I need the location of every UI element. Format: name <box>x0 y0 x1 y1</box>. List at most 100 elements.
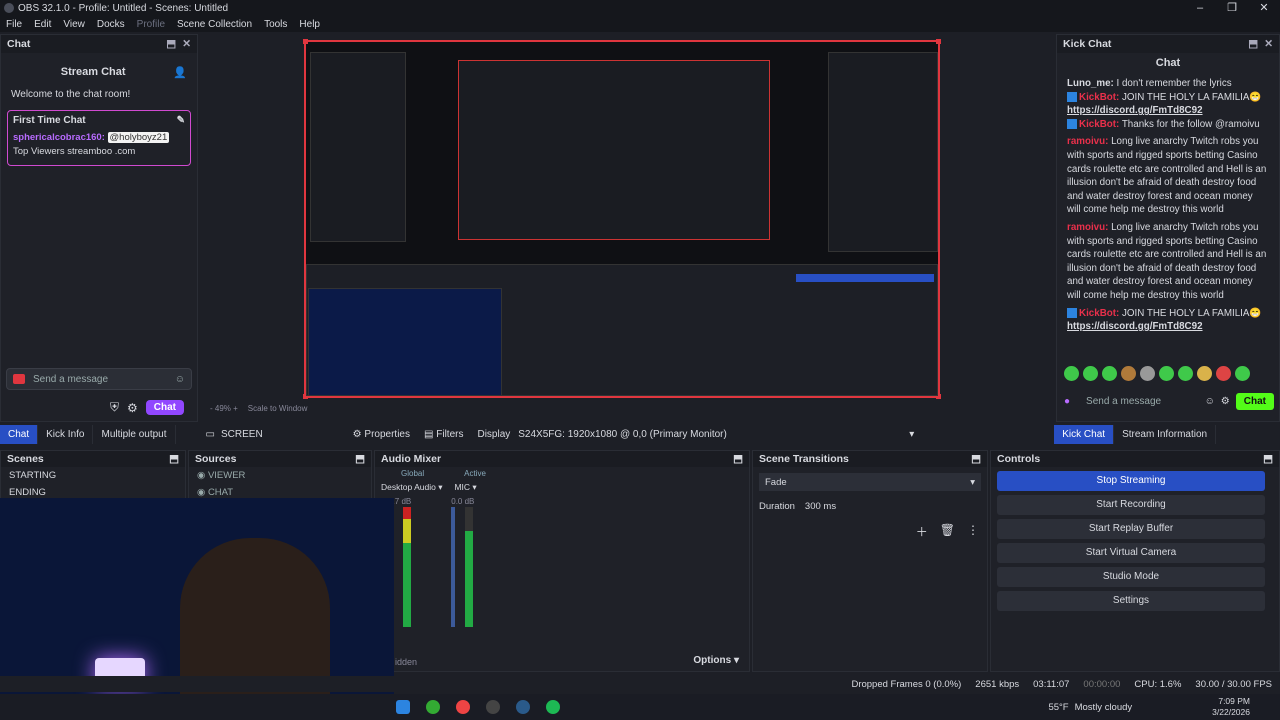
mic-icon[interactable]: ● <box>1064 396 1070 407</box>
resize-handle[interactable] <box>303 39 308 44</box>
mic-channel[interactable]: MIC ▾ <box>454 482 476 493</box>
tab-kick-info[interactable]: Kick Info <box>38 424 94 444</box>
trash-icon[interactable]: 🗑 <box>940 523 955 540</box>
volume-slider[interactable] <box>451 507 455 627</box>
emote-icon[interactable] <box>1140 366 1155 381</box>
undock-icon[interactable]: ⬒ <box>355 453 365 465</box>
kick-chat-dock: Kick Chat ⬒ ✕ Chat Luno_me: I don't remem… <box>1056 34 1280 422</box>
first-time-chat-label: First Time Chat <box>13 115 86 126</box>
menu-edit[interactable]: Edit <box>34 19 51 30</box>
duration-input[interactable]: 300 ms <box>805 501 836 512</box>
emote-icon[interactable] <box>1083 366 1098 381</box>
tab-multiple-output[interactable]: Multiple output <box>93 424 176 444</box>
spotify-icon[interactable] <box>546 700 560 714</box>
undock-icon[interactable]: ⬒ <box>1248 38 1258 50</box>
filters-button[interactable]: ▤ Filters <box>424 429 463 440</box>
hidden-label: idden <box>395 657 418 667</box>
edit-icon[interactable]: ✎ <box>177 115 185 126</box>
discord-link[interactable]: https://discord.gg/FmTd8C92 <box>1067 105 1203 116</box>
shield-icon[interactable]: ⛨ <box>110 400 119 415</box>
weather-temp[interactable]: 55°F <box>1048 702 1068 713</box>
emote-icon[interactable] <box>1102 366 1117 381</box>
close-icon[interactable]: ✕ <box>1248 0 1280 16</box>
desktop-audio-channel[interactable]: Desktop Audio ▾ <box>381 482 442 493</box>
welcome-message: Welcome to the chat room! <box>11 89 131 100</box>
start-replay-buffer-button[interactable]: Start Replay Buffer <box>997 519 1265 539</box>
weather-text[interactable]: Mostly cloudy <box>1075 702 1133 713</box>
add-icon[interactable]: ＋ <box>916 523 928 540</box>
discord-link[interactable]: https://discord.gg/FmTd8C92 <box>1067 321 1203 332</box>
restore-icon[interactable]: ❐ <box>1216 0 1248 16</box>
gear-icon[interactable]: ⚙ <box>127 401 138 415</box>
emote-icon[interactable] <box>1197 366 1212 381</box>
volume-meter <box>403 507 411 627</box>
more-icon[interactable]: ⋮ <box>967 523 979 540</box>
chat-send-button[interactable]: Chat <box>145 400 185 415</box>
tab-chat[interactable]: Chat <box>0 424 39 444</box>
scene-item[interactable]: STARTING <box>1 467 185 484</box>
preview-canvas[interactable] <box>303 39 941 399</box>
menu-profile[interactable]: Profile <box>137 19 165 30</box>
menu-scene-collection[interactable]: Scene Collection <box>177 19 252 30</box>
emote-icon[interactable] <box>1216 366 1231 381</box>
menu-file[interactable]: File <box>6 19 22 30</box>
resize-handle[interactable] <box>936 39 941 44</box>
emote-icon[interactable] <box>1064 366 1079 381</box>
start-virtual-camera-button[interactable]: Start Virtual Camera <box>997 543 1265 563</box>
kick-chat-send-button[interactable]: Chat <box>1235 392 1274 410</box>
app-icon[interactable] <box>396 700 410 714</box>
nested-stop-streaming <box>796 274 934 282</box>
emote-icon[interactable] <box>1178 366 1193 381</box>
undock-icon[interactable]: ⬒ <box>1263 453 1273 465</box>
undock-icon[interactable]: ⬒ <box>166 38 176 50</box>
menu-help[interactable]: Help <box>299 19 320 30</box>
stop-streaming-button[interactable]: Stop Streaming <box>997 471 1265 491</box>
steam-icon[interactable] <box>516 700 530 714</box>
emote-icon[interactable] <box>1159 366 1174 381</box>
chat-username[interactable]: sphericalcobrac160: <box>13 132 105 143</box>
emoji-icon[interactable]: ☺ <box>1205 396 1215 407</box>
close-dock-icon[interactable]: ✕ <box>1264 38 1273 50</box>
chrome-icon[interactable] <box>456 700 470 714</box>
bot-badge-icon <box>1067 92 1077 102</box>
source-item[interactable]: ◉ VIEWER <box>189 467 371 484</box>
transitions-title: Scene Transitions <box>759 453 849 465</box>
display-select[interactable]: S24X5FG: 1920x1080 @ 0,0 (Primary Monito… <box>518 429 914 440</box>
kick-send-row: ● Send a message ☺ ⚙ Chat <box>1064 390 1274 412</box>
kick-send-input[interactable]: Send a message <box>1076 396 1199 407</box>
users-icon[interactable]: 👤 <box>173 66 187 79</box>
xbox-icon[interactable] <box>426 700 440 714</box>
close-dock-icon[interactable]: ✕ <box>182 38 191 50</box>
undock-icon[interactable]: ⬒ <box>971 453 981 465</box>
menu-view[interactable]: View <box>63 19 85 30</box>
settings-button[interactable]: Settings <box>997 591 1265 611</box>
chevron-down-icon: ▾ <box>909 428 915 440</box>
clock[interactable]: 7:09 PM 3/22/2026 <box>1212 696 1250 718</box>
properties-button[interactable]: ⚙ Properties <box>353 429 410 440</box>
gear-icon[interactable]: ⚙ <box>1221 396 1230 407</box>
display-label: Display <box>477 428 511 440</box>
undock-icon[interactable]: ⬒ <box>169 453 179 465</box>
audio-mixer-dock: Audio Mixer ⬒ Global Active Desktop Audio … <box>374 450 750 672</box>
transition-select[interactable]: Fade ▾ <box>759 473 981 491</box>
menu-docks[interactable]: Docks <box>97 19 125 30</box>
scene-transitions-dock: Scene Transitions ⬒ Fade ▾ Duration 300 ms … <box>752 450 988 672</box>
emote-icon[interactable] <box>1235 366 1250 381</box>
tab-kick-chat[interactable]: Kick Chat <box>1054 424 1115 444</box>
send-message-input[interactable]: Send a message ☺ <box>6 368 192 390</box>
scale-mode[interactable]: Scale to Window <box>248 404 308 413</box>
scenes-title: Scenes <box>7 453 44 465</box>
obs-icon[interactable] <box>486 700 500 714</box>
zoom-value[interactable]: - 49% + <box>210 404 238 413</box>
studio-mode-button[interactable]: Studio Mode <box>997 567 1265 587</box>
minimize-icon[interactable]: – <box>1184 0 1216 16</box>
emoji-icon[interactable]: ☺ <box>175 374 185 385</box>
start-recording-button[interactable]: Start Recording <box>997 495 1265 515</box>
menu-tools[interactable]: Tools <box>264 19 287 30</box>
mixer-options-button[interactable]: Options ▾ <box>693 655 739 666</box>
list-item: Luno_me: I don't remember the lyrics <box>1067 78 1232 89</box>
stream-chat-title: Stream Chat <box>60 66 126 78</box>
undock-icon[interactable]: ⬒ <box>733 453 743 465</box>
tab-stream-information[interactable]: Stream Information <box>1114 424 1217 444</box>
emote-icon[interactable] <box>1121 366 1136 381</box>
